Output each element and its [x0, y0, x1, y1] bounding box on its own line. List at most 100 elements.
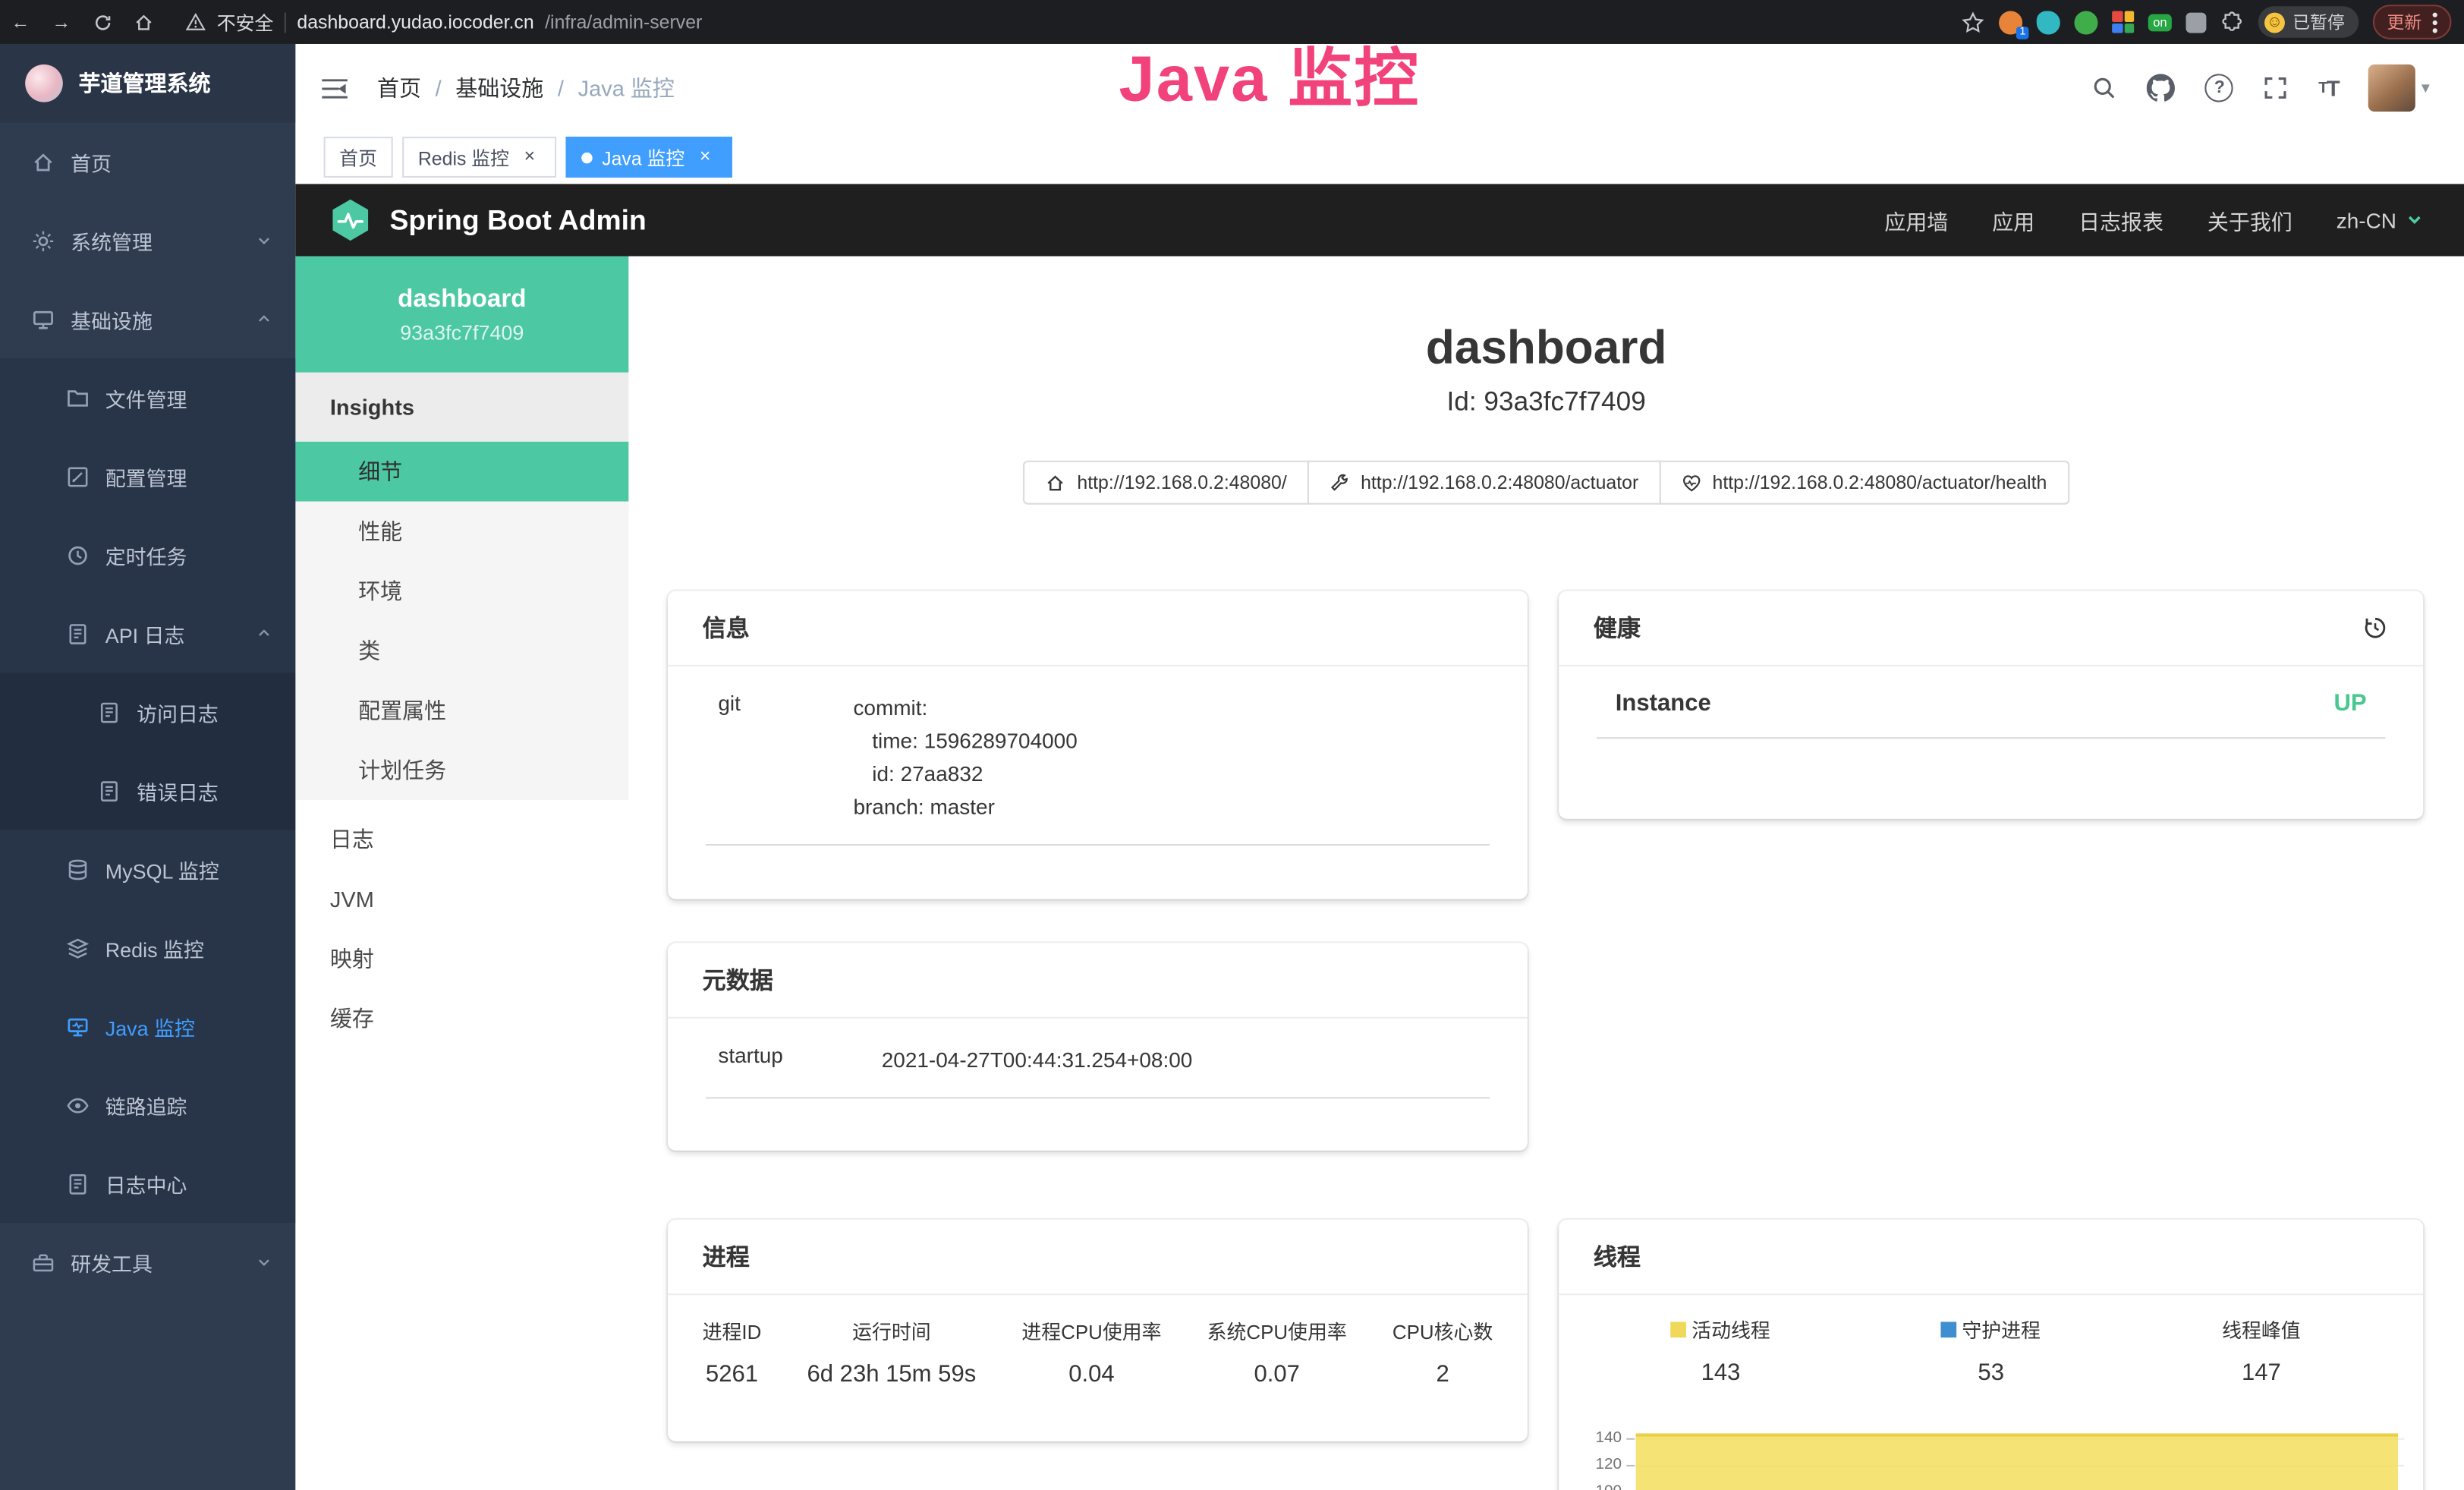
font-size-icon[interactable]: TT	[2318, 75, 2338, 100]
app-menu: 首页 系统管理 基础设施 文件管理 配置管理	[0, 123, 295, 1302]
browser-menu-icon[interactable]	[2433, 12, 2437, 33]
sidebar-item-log-center[interactable]: 日志中心	[0, 1144, 295, 1223]
paused-badge[interactable]: ☺ 已暂停	[2258, 6, 2359, 37]
home-icon[interactable]	[123, 0, 164, 44]
sba-menu-details[interactable]: 细节	[295, 442, 628, 502]
paused-emoji-icon: ☺	[2264, 12, 2285, 33]
extension-icon-1[interactable]: 1	[1999, 10, 2022, 33]
sba-menu-classes[interactable]: 类	[295, 621, 628, 681]
sba-nav-applications[interactable]: 应用	[1992, 204, 2034, 235]
info-line: branch: master	[853, 791, 1077, 824]
document-icon	[97, 779, 121, 802]
security-warning: 不安全	[217, 8, 274, 35]
sidebar-item-mysql-monitor[interactable]: MySQL 监控	[0, 830, 295, 909]
threads-card: 线程 活动线程 143 守护进程 53 线程峰值 147	[1559, 1220, 2423, 1490]
sidebar-item-label: 配置管理	[105, 461, 187, 491]
process-card: 进程 进程ID 5261 运行时间 6d 23h 15m 59s 进程CPU使用…	[668, 1220, 1528, 1441]
column-value: 0.04	[1021, 1361, 1161, 1388]
paused-label: 已暂停	[2292, 9, 2344, 34]
update-button[interactable]: 更新	[2373, 5, 2452, 39]
sba-menu-jvm[interactable]: JVM	[295, 869, 628, 929]
sba-menu-logs[interactable]: 日志	[295, 809, 628, 869]
reload-icon[interactable]	[82, 0, 123, 44]
browser-actions: 1 on ☺ 已暂停 更新	[1962, 5, 2464, 39]
sidebar-item-scheduled-jobs[interactable]: 定时任务	[0, 515, 295, 594]
breadcrumb-home[interactable]: 首页	[377, 72, 421, 103]
sidebar-item-trace[interactable]: 链路追踪	[0, 1066, 295, 1145]
sba-main: dashboard Id: 93a3fc7f7409 http://192.16…	[628, 257, 2464, 1490]
help-icon[interactable]: ?	[2205, 74, 2233, 102]
service-url-button[interactable]: http://192.168.0.2:48080/	[1024, 461, 1309, 505]
tag-home[interactable]: 首页	[324, 137, 393, 178]
layers-icon	[66, 936, 90, 959]
tags-view: 首页 Redis 监控 × Java 监控 ×	[295, 132, 2464, 184]
info-key: git	[718, 691, 853, 824]
sba-menu-config-props[interactable]: 配置属性	[295, 681, 628, 741]
sba-nav-about[interactable]: 关于我们	[2208, 204, 2292, 235]
sidebar-item-infrastructure[interactable]: 基础设施	[0, 280, 295, 359]
edit-icon	[66, 465, 90, 488]
address-bar[interactable]: 不安全 dashboard.yudao.iocoder.cn/infra/adm…	[185, 8, 702, 35]
wrench-icon	[1330, 472, 1350, 493]
collapse-sidebar-icon[interactable]	[320, 76, 348, 99]
sidebar-item-redis-monitor[interactable]: Redis 监控	[0, 909, 295, 988]
caret-down-icon: ▼	[2418, 80, 2432, 96]
fullscreen-icon[interactable]	[2264, 75, 2289, 100]
history-icon[interactable]	[2362, 615, 2388, 641]
legend-value: 147	[2144, 1359, 2380, 1386]
column-header: 进程CPU使用率	[1021, 1315, 1161, 1345]
extension-icon-3[interactable]	[2075, 10, 2098, 33]
sidebar-item-label: Redis 监控	[105, 933, 204, 962]
sidebar-item-home[interactable]: 首页	[0, 123, 295, 202]
chevron-up-icon	[256, 311, 272, 327]
actuator-url-button[interactable]: http://192.168.0.2:48080/actuator	[1308, 461, 1661, 505]
search-icon[interactable]	[2092, 75, 2117, 100]
sba-instance-block[interactable]: dashboard 93a3fc7f7409	[295, 257, 628, 373]
sidebar-item-access-logs[interactable]: 访问日志	[0, 673, 295, 751]
tag-redis-monitor[interactable]: Redis 监控 ×	[402, 137, 556, 178]
sidebar-item-java-monitor[interactable]: Java 监控	[0, 987, 295, 1066]
app-logo[interactable]: 芋道管理系统	[0, 44, 295, 123]
top-header: 首页 / 基础设施 / Java 监控 ? TT ▼	[295, 44, 2464, 132]
screen: ← → 不安全 dashboard.yudao.iocoder.cn/infra…	[0, 0, 2464, 1490]
sba-nav-journal[interactable]: 日志报表	[2079, 204, 2163, 235]
column-value: 6d 23h 15m 59s	[807, 1361, 976, 1388]
sba-menu-scheduled-tasks[interactable]: 计划任务	[295, 740, 628, 800]
health-url-label: http://192.168.0.2:48080/actuator/health	[1713, 471, 2047, 493]
document-icon	[66, 1172, 90, 1195]
sidebar-item-dev-tools[interactable]: 研发工具	[0, 1223, 295, 1302]
bookmark-star-icon[interactable]	[1962, 10, 1985, 33]
sidebar-item-config-mgmt[interactable]: 配置管理	[0, 437, 295, 516]
github-icon[interactable]	[2148, 74, 2176, 102]
extension-icon-5[interactable]: on	[2148, 14, 2172, 31]
sba-menu-caches[interactable]: 缓存	[295, 988, 628, 1048]
live-threads-area	[1636, 1433, 2398, 1490]
health-url-button[interactable]: http://192.168.0.2:48080/actuator/health	[1659, 461, 2069, 505]
sidebar-item-error-logs[interactable]: 错误日志	[0, 751, 295, 830]
sba-menu-environment[interactable]: 环境	[295, 561, 628, 621]
sidebar-item-file-mgmt[interactable]: 文件管理	[0, 358, 295, 437]
health-card-title: 健康	[1594, 612, 1641, 644]
sba-menu-performance[interactable]: 性能	[295, 502, 628, 562]
sba-nav: 应用墙 应用 日志报表 关于我们 zh-CN	[1884, 204, 2423, 235]
close-icon[interactable]: ×	[694, 146, 716, 169]
forward-icon[interactable]: →	[41, 0, 82, 44]
back-icon[interactable]: ←	[0, 0, 41, 44]
sba-nav-wallboard[interactable]: 应用墙	[1884, 204, 1948, 235]
table-row: Instance UP	[1597, 690, 2386, 739]
sidebar-item-system-mgmt[interactable]: 系统管理	[0, 201, 295, 280]
sba-menu-mappings[interactable]: 映射	[295, 929, 628, 989]
extensions-puzzle-icon[interactable]	[2220, 10, 2244, 33]
sba-brand[interactable]: Spring Boot Admin	[390, 203, 647, 236]
sba-language-select[interactable]: zh-CN	[2337, 208, 2423, 232]
close-icon[interactable]: ×	[518, 146, 540, 169]
tag-java-monitor[interactable]: Java 监控 ×	[566, 137, 732, 178]
extension-icon-6[interactable]	[2186, 12, 2206, 33]
sidebar-item-api-logs[interactable]: API 日志	[0, 594, 295, 673]
extension-badge: 1	[2016, 26, 2028, 39]
extension-icon-2[interactable]	[2037, 10, 2060, 33]
extension-icon-4[interactable]	[2112, 11, 2134, 33]
threads-card-title: 线程	[1594, 1240, 1641, 1273]
user-avatar[interactable]: ▼	[2368, 65, 2433, 112]
breadcrumb-infrastructure[interactable]: 基础设施	[455, 72, 543, 103]
